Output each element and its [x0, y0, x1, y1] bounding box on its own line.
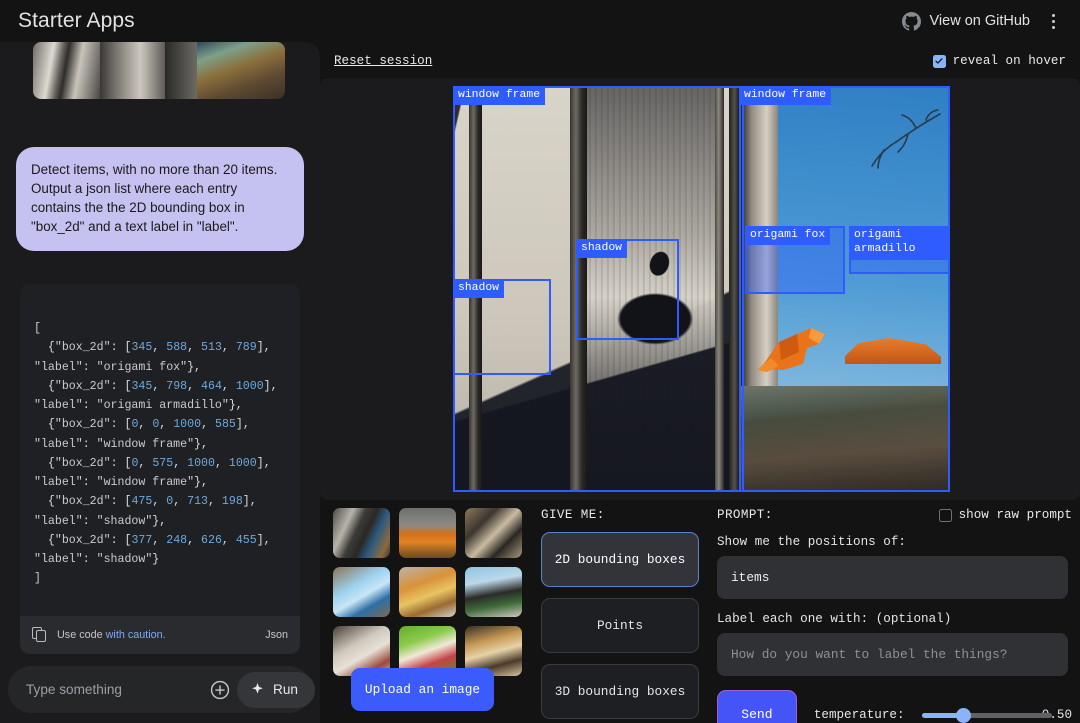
annotated-photo: window frame window frame shadow shadow … — [453, 86, 950, 492]
target-field-label: Show me the positions of: — [717, 535, 906, 549]
mode-points[interactable]: Points — [541, 598, 699, 653]
reset-session-button[interactable]: Reset session — [334, 54, 432, 68]
thumbnail-breakfast-plate[interactable] — [399, 567, 456, 617]
code-card-footer: Use code with caution. Json — [20, 615, 300, 654]
github-icon — [901, 11, 921, 31]
view-on-github-button[interactable]: View on GitHub — [901, 11, 1030, 31]
viewer-toolbar: Reset session reveal on hover — [320, 42, 1080, 80]
give-me-label: GIVE ME: — [541, 508, 605, 522]
run-button-label: Run — [273, 682, 298, 697]
bbox-shadow-2[interactable]: shadow — [576, 239, 679, 340]
upload-image-button[interactable]: Upload an image — [351, 668, 494, 711]
mode-3d-bounding-boxes[interactable]: 3D bounding boxes — [541, 664, 699, 719]
bbox-label: shadow — [576, 239, 628, 259]
code-caution-prefix: Use code — [57, 628, 106, 641]
target-input[interactable] — [717, 556, 1068, 599]
prompt-label: PROMPT: — [717, 508, 773, 522]
bbox-label: window frame — [453, 86, 546, 106]
user-message-bubble: Detect items, with no more than 20 items… — [16, 147, 304, 252]
label-input[interactable] — [717, 633, 1068, 676]
bbox-shadow-1[interactable]: shadow — [453, 279, 551, 375]
chat-panel: Detect items, with no more than 20 items… — [0, 42, 320, 723]
checkbox-unchecked-icon[interactable] — [938, 508, 952, 522]
checkbox-checked-icon[interactable] — [932, 54, 946, 68]
sample-image-grid — [333, 508, 523, 676]
attached-image-part — [197, 42, 285, 99]
code-response-card: [ {"box_2d": [345, 588, 513, 789], "labe… — [20, 284, 300, 654]
thumbnail-pumpkins[interactable] — [399, 508, 456, 558]
prompt-header-row: PROMPT: show raw prompt — [717, 508, 1072, 522]
attached-image-part — [100, 42, 165, 99]
plus-circle-icon[interactable] — [209, 679, 231, 701]
image-viewer[interactable]: window frame window frame shadow shadow … — [320, 78, 1080, 500]
bbox-label: shadow — [453, 279, 505, 299]
thumbnail-cat-windowsill[interactable] — [465, 567, 522, 617]
chat-scroll-area[interactable]: Detect items, with no more than 20 items… — [0, 42, 320, 666]
code-block: [ {"box_2d": [345, 588, 513, 789], "labe… — [34, 322, 285, 586]
bbox-label: window frame — [739, 86, 832, 106]
prompt-section: PROMPT: show raw prompt Show me the posi… — [717, 508, 1072, 723]
send-row: Send temperature: 0.50 — [717, 690, 1072, 723]
bbox-origami-fox[interactable]: origami fox — [745, 226, 845, 294]
page-title: Starter Apps — [18, 9, 135, 32]
thumbnail-blue-origami[interactable] — [333, 567, 390, 617]
run-button[interactable]: Run — [237, 671, 315, 708]
copy-icon[interactable] — [32, 627, 47, 643]
attached-image-part — [165, 42, 197, 99]
code-caution-link[interactable]: with caution. — [106, 629, 166, 641]
app-root: Starter Apps View on GitHub Detect items… — [0, 0, 1080, 723]
chat-composer: Run — [8, 666, 315, 713]
show-raw-prompt-toggle[interactable]: show raw prompt — [938, 508, 1072, 522]
slider-knob[interactable] — [955, 707, 971, 723]
temperature-slider[interactable] — [921, 707, 1052, 723]
give-me-section: GIVE ME: 2D bounding boxes Points 3D bou… — [541, 508, 731, 723]
bbox-label: origami armadillo — [849, 226, 948, 260]
send-button[interactable]: Send — [717, 690, 797, 723]
temperature-label: temperature: — [813, 707, 905, 722]
attached-image-part — [33, 42, 100, 99]
sparkle-icon — [250, 682, 265, 697]
code-language-label: Json — [265, 628, 288, 641]
label-field-label: Label each one with: (optional) — [717, 612, 952, 626]
attached-image-thumbnail[interactable] — [33, 42, 285, 99]
thumbnail-window-cat[interactable] — [333, 508, 390, 558]
chat-input[interactable] — [26, 682, 203, 697]
reveal-on-hover-toggle[interactable]: reveal on hover — [932, 54, 1066, 68]
code-caution-text: Use code with caution. — [57, 629, 255, 641]
workspace: Reset session reveal on hover window fra… — [320, 42, 1080, 723]
kebab-menu-icon[interactable] — [1044, 10, 1062, 32]
mode-2d-bounding-boxes[interactable]: 2D bounding boxes — [541, 532, 699, 587]
view-on-github-label: View on GitHub — [929, 13, 1030, 29]
top-bar: Starter Apps View on GitHub — [0, 0, 1080, 42]
reveal-on-hover-label: reveal on hover — [952, 54, 1066, 68]
bbox-origami-armadillo[interactable]: origami armadillo — [849, 226, 950, 274]
bbox-label: origami fox — [745, 226, 831, 246]
thumbnail-keys-hooks[interactable] — [465, 508, 522, 558]
show-raw-prompt-label: show raw prompt — [958, 508, 1072, 522]
controls-area: Upload an image GIVE ME: 2D bounding box… — [320, 508, 1080, 723]
top-bar-actions: View on GitHub — [901, 10, 1062, 32]
